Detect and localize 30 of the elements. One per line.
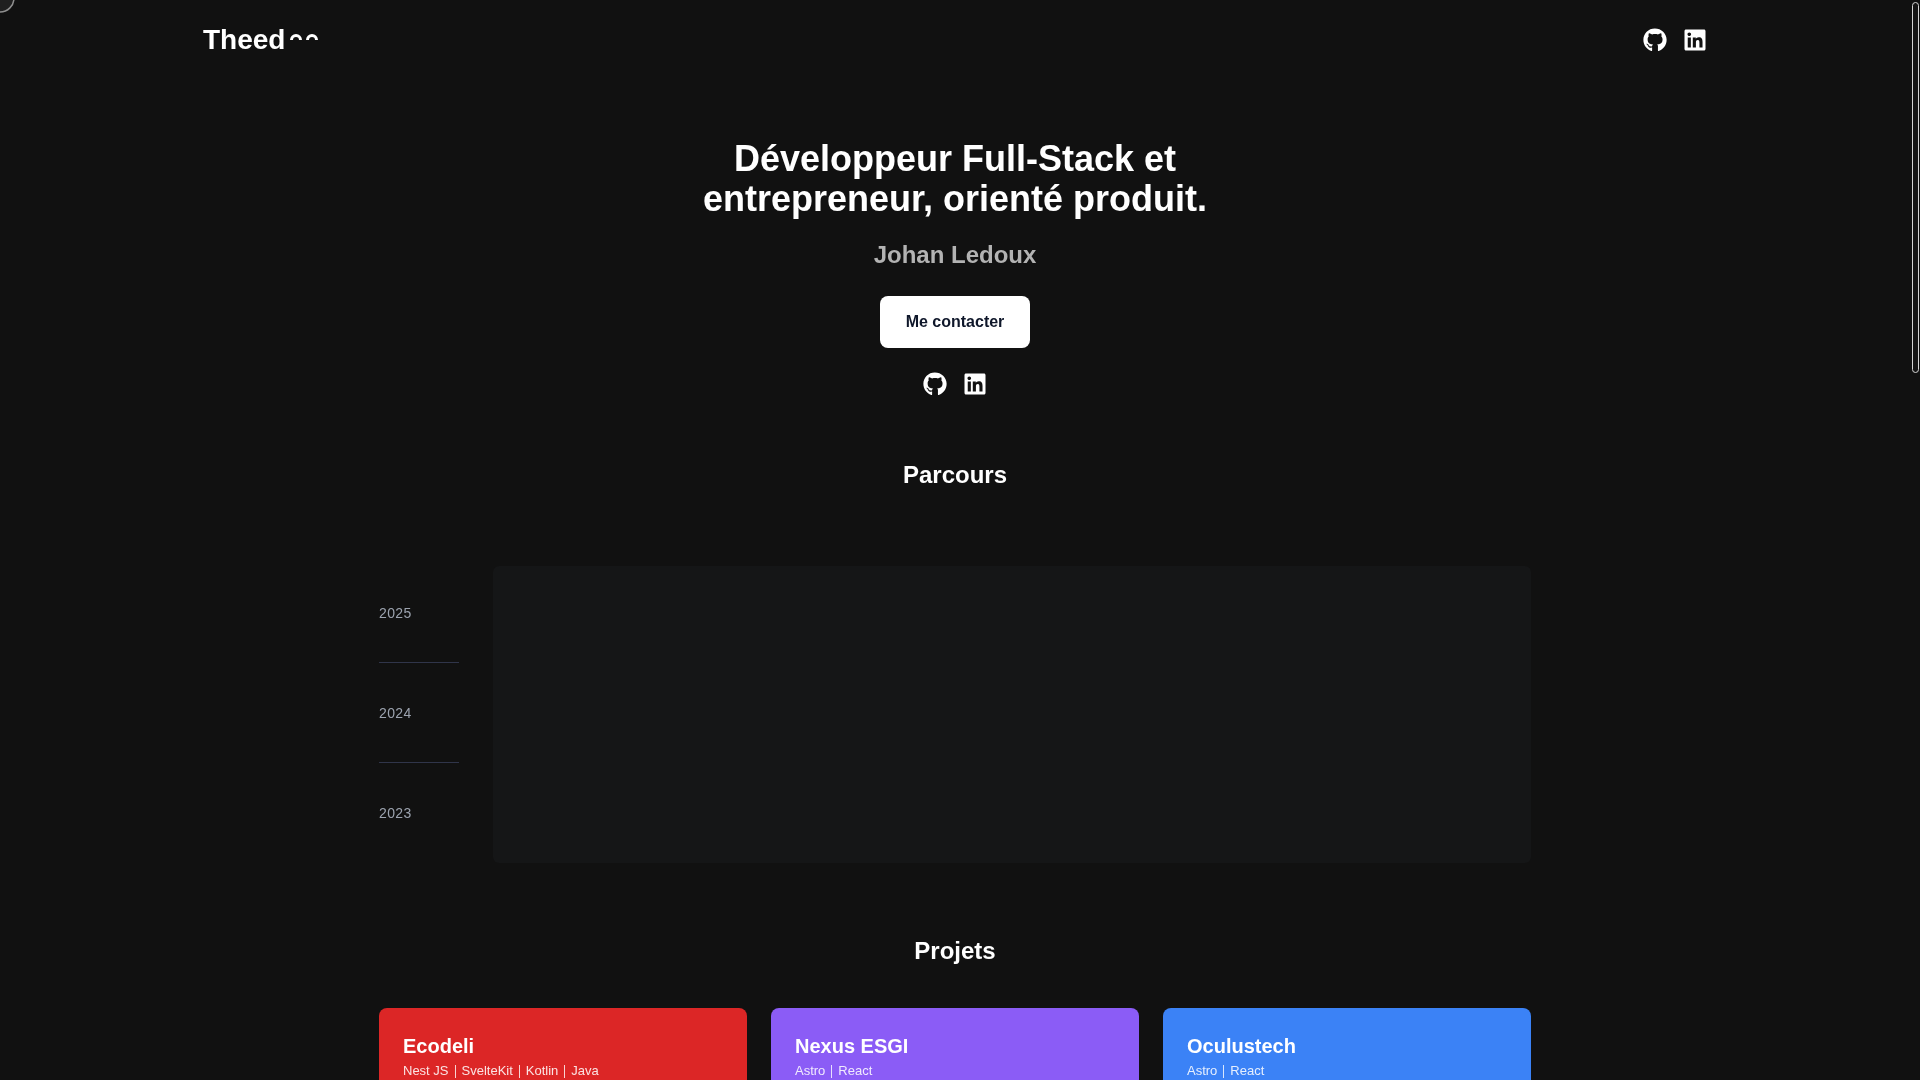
author-name: Johan Ledoux [873, 240, 1037, 270]
linkedin-icon[interactable] [963, 372, 987, 396]
tech-tag: React [838, 1063, 873, 1079]
contact-button[interactable]: Me contacter [879, 296, 1031, 348]
tech-tag: Astro [1187, 1063, 1218, 1079]
logo-text[interactable]: Theed [203, 26, 286, 54]
tech-tag: Java [571, 1063, 599, 1079]
tech-tag: Astro [795, 1063, 826, 1079]
tech-tag: Nest JS [403, 1063, 449, 1079]
tech-tag: React [1230, 1063, 1265, 1079]
tech-tag: Kotlin [525, 1063, 559, 1079]
timeline-year: 2023 [379, 804, 412, 823]
project-title: Oculustech [1187, 1034, 1297, 1059]
project-card[interactable]: Nexus ESGI Astro React [771, 1008, 1139, 1080]
ring-icon [0, 0, 16, 14]
timeline-year: 2025 [379, 603, 412, 623]
tech-tag: SvelteKit [461, 1063, 513, 1079]
timeline-year: 2024 [379, 703, 412, 723]
project-card[interactable]: Oculustech Astro React [1163, 1008, 1531, 1080]
project-card[interactable]: Ecodeli Nest JS SvelteKit Kotlin Java [379, 1008, 747, 1080]
github-icon[interactable] [923, 372, 947, 396]
logo-eyes-icon [290, 33, 319, 40]
project-title: Ecodeli [403, 1034, 476, 1059]
linkedin-icon[interactable] [1683, 28, 1707, 52]
section-title: Parcours [902, 460, 1008, 490]
scrollbar-thumb[interactable] [1912, 2, 1919, 373]
github-icon[interactable] [1643, 28, 1667, 52]
section-title: Projets [914, 936, 996, 966]
hero-title: Développeur Full-Stack et entrepreneur, orienté produit. [701, 139, 1209, 219]
project-title: Nexus ESGI [795, 1034, 910, 1059]
